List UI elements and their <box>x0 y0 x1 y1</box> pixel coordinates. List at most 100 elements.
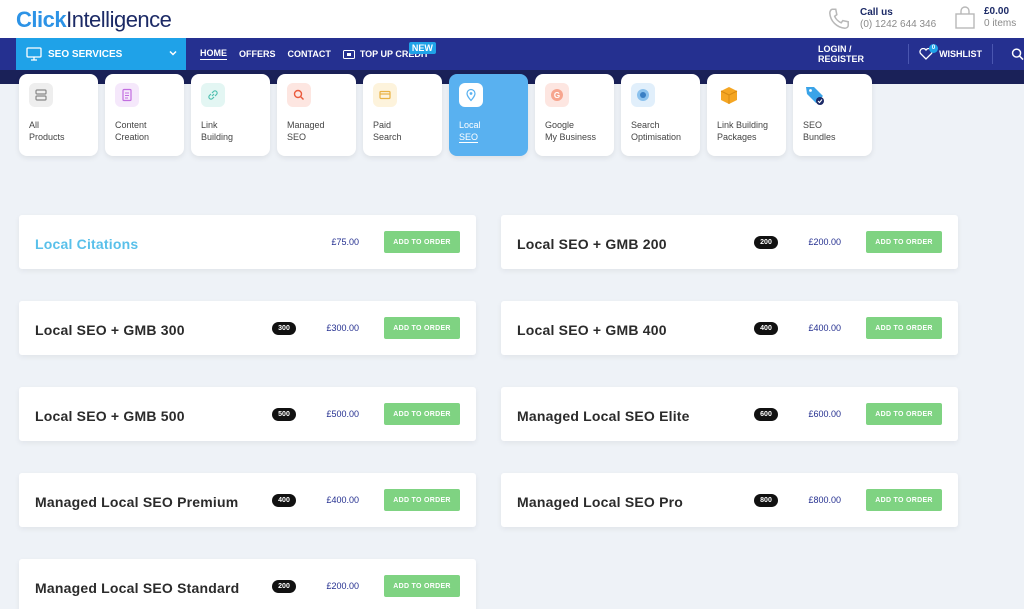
product-card: Local SEO + GMB 500 500 £500.00 ADD TO O… <box>19 387 476 441</box>
monitor-icon <box>26 47 42 61</box>
product-card: Local SEO + GMB 300 300 £300.00 ADD TO O… <box>19 301 476 355</box>
quantity-badge: 500 <box>272 408 296 421</box>
category-local-seo[interactable]: Local SEO <box>449 74 528 156</box>
main-nav: SEO SERVICES HOME OFFERS CONTACT TOP UP … <box>0 38 1024 70</box>
category-label: SEO <box>287 132 307 142</box>
nav-contact[interactable]: CONTACT <box>288 49 331 59</box>
product-price: £400.00 <box>808 323 841 333</box>
tag-icon <box>803 83 827 107</box>
link-icon <box>201 83 225 107</box>
category-search-optimisation[interactable]: Search Optimisation <box>621 74 700 156</box>
logo-intelligence-text: Intelligence <box>66 7 172 32</box>
nav-offers[interactable]: OFFERS <box>239 49 276 59</box>
quantity-badge: 400 <box>272 494 296 507</box>
category-label: My Business <box>545 132 597 142</box>
call-us[interactable]: Call us (0) 1242 644 346 <box>826 6 936 32</box>
product-name[interactable]: Managed Local SEO Standard <box>35 580 239 596</box>
category-link-building[interactable]: Link Building <box>191 74 270 156</box>
quantity-badge: 600 <box>754 408 778 421</box>
product-card: Managed Local SEO Elite 600 £600.00 ADD … <box>501 387 958 441</box>
document-icon <box>115 83 139 107</box>
product-name[interactable]: Local SEO + GMB 500 <box>35 408 185 424</box>
add-to-order-button[interactable]: ADD TO ORDER <box>866 317 942 339</box>
add-to-order-button[interactable]: ADD TO ORDER <box>384 489 460 511</box>
globe-icon <box>631 83 655 107</box>
quantity-badge: 800 <box>754 494 778 507</box>
product-name[interactable]: Managed Local SEO Elite <box>517 408 690 424</box>
add-to-order-button[interactable]: ADD TO ORDER <box>866 489 942 511</box>
product-name[interactable]: Managed Local SEO Pro <box>517 494 683 510</box>
category-label: Building <box>201 132 234 142</box>
product-card: Managed Local SEO Pro 800 £800.00 ADD TO… <box>501 473 958 527</box>
product-name[interactable]: Local SEO + GMB 200 <box>517 236 667 252</box>
add-to-order-button[interactable]: ADD TO ORDER <box>866 403 942 425</box>
category-managed-seo[interactable]: Managed SEO <box>277 74 356 156</box>
product-name[interactable]: Local SEO + GMB 300 <box>35 322 185 338</box>
svg-text:G: G <box>554 91 560 100</box>
wishlist-link[interactable]: 0 WISHLIST <box>919 44 983 60</box>
quantity-badge: 200 <box>272 580 296 593</box>
category-tiles: All Products Content Creation Link Building… <box>19 74 879 156</box>
phone-icon <box>829 8 849 29</box>
category-google-my-business[interactable]: G Google My Business <box>535 74 614 156</box>
category-label: Paid <box>373 120 392 130</box>
category-content-creation[interactable]: Content Creation <box>105 74 184 156</box>
product-price: £300.00 <box>326 323 359 333</box>
product-card: Managed Local SEO Standard 200 £200.00 A… <box>19 559 476 609</box>
add-to-order-button[interactable]: ADD TO ORDER <box>384 317 460 339</box>
call-us-label: Call us <box>860 7 893 18</box>
nav-divider <box>908 44 910 64</box>
cart-total: £0.00 <box>984 6 1010 17</box>
category-label: Link Building <box>717 120 769 130</box>
wishlist-label: WISHLIST <box>939 49 983 59</box>
add-to-order-button[interactable]: ADD TO ORDER <box>384 575 460 597</box>
product-name[interactable]: Local SEO + GMB 400 <box>517 322 667 338</box>
nav-home[interactable]: HOME <box>200 48 227 60</box>
category-label: Search <box>631 120 660 130</box>
category-label: Link <box>201 120 218 130</box>
category-link-building-packages[interactable]: Link Building Packages <box>707 74 786 156</box>
category-label: Packages <box>717 132 757 142</box>
category-paid-search[interactable]: Paid Search <box>363 74 442 156</box>
product-price: £600.00 <box>808 409 841 419</box>
box-icon <box>717 83 741 107</box>
quantity-badge: 400 <box>754 322 778 335</box>
nav-divider <box>992 44 993 64</box>
category-label: Google <box>545 120 575 130</box>
logo-click-text: Click <box>16 7 67 32</box>
category-label: Bundles <box>803 132 836 142</box>
category-all-products[interactable]: All Products <box>19 74 98 156</box>
category-label: Local <box>459 120 481 130</box>
add-to-order-button[interactable]: ADD TO ORDER <box>866 231 942 253</box>
category-label: Managed <box>287 120 325 130</box>
cart[interactable]: £0.00 0 items <box>954 6 1016 30</box>
product-name[interactable]: Managed Local SEO Premium <box>35 494 238 510</box>
location-pin-icon <box>459 83 483 107</box>
add-to-order-button[interactable]: ADD TO ORDER <box>384 231 460 253</box>
product-card: Local Citations £75.00 ADD TO ORDER <box>19 215 476 269</box>
seo-services-dropdown[interactable]: SEO SERVICES <box>16 38 186 70</box>
wishlist-count: 0 <box>929 44 939 53</box>
product-price: £800.00 <box>808 495 841 505</box>
seo-services-label: SEO SERVICES <box>48 48 123 60</box>
chevron-down-icon <box>169 50 177 56</box>
magnifier-icon <box>287 83 311 107</box>
nav-links: HOME OFFERS CONTACT TOP UP CREDIT NEW <box>200 38 441 70</box>
site-logo[interactable]: ClickIntelligence <box>16 7 172 33</box>
new-badge: NEW <box>408 42 436 54</box>
product-card: Local SEO + GMB 200 200 £200.00 ADD TO O… <box>501 215 958 269</box>
credit-card-icon <box>342 49 355 59</box>
login-register-link[interactable]: LOGIN / REGISTER <box>818 44 894 64</box>
category-label: Optimisation <box>631 132 682 142</box>
category-label: Creation <box>115 132 150 142</box>
category-seo-bundles[interactable]: SEO Bundles <box>793 74 872 156</box>
add-to-order-button[interactable]: ADD TO ORDER <box>384 403 460 425</box>
quantity-badge: 300 <box>272 322 296 335</box>
search-icon[interactable] <box>1011 47 1024 61</box>
top-header: ClickIntelligence Call us (0) 1242 644 3… <box>0 0 1024 38</box>
product-price: £200.00 <box>808 237 841 247</box>
category-label: All <box>29 120 40 130</box>
phone-number: (0) 1242 644 346 <box>860 19 937 30</box>
product-name[interactable]: Local Citations <box>35 236 138 252</box>
nav-top-up-credit[interactable]: TOP UP CREDIT NEW <box>342 42 436 59</box>
